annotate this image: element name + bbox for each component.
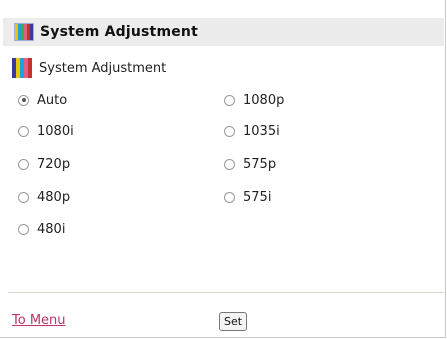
format-option-auto[interactable]: Auto (18, 91, 67, 109)
radio-button[interactable] (18, 158, 29, 170)
format-option-label: 575i (243, 189, 272, 205)
settings-panel: System Adjustment System Adjustment Auto… (0, 0, 446, 338)
section-heading: System Adjustment (12, 58, 166, 78)
format-option-480i[interactable]: 480i (18, 220, 65, 238)
radio-button[interactable] (18, 125, 29, 137)
divider (8, 292, 444, 293)
header-bar: System Adjustment (3, 18, 444, 46)
format-option-1080i[interactable]: 1080i (18, 122, 74, 140)
format-option-label: 1080i (37, 123, 74, 139)
section-title: System Adjustment (39, 60, 167, 76)
radio-button[interactable] (224, 158, 235, 170)
format-option-label: 720p (37, 156, 71, 172)
format-option-label: 1080p (243, 92, 285, 108)
radio-button[interactable] (224, 191, 235, 203)
to-menu-link[interactable]: To Menu (12, 313, 66, 328)
format-option-label: Auto (37, 92, 68, 108)
format-option-label: 1035i (243, 123, 280, 139)
format-option-480p[interactable]: 480p (18, 188, 70, 206)
color-bars-icon (14, 23, 34, 41)
format-option-1035i[interactable]: 1035i (224, 122, 280, 140)
radio-button[interactable] (18, 191, 29, 203)
radio-button[interactable] (224, 94, 235, 106)
format-option-1080p[interactable]: 1080p (224, 91, 284, 109)
format-option-575p[interactable]: 575p (224, 155, 276, 173)
page-title: System Adjustment (40, 24, 198, 40)
set-button[interactable]: Set (219, 312, 248, 331)
color-bars-icon (12, 58, 32, 78)
format-option-label: 480p (37, 189, 71, 205)
format-option-label: 480i (37, 221, 66, 237)
format-option-720p[interactable]: 720p (18, 155, 70, 173)
radio-button-checked[interactable] (18, 94, 29, 106)
radio-button[interactable] (18, 223, 29, 235)
radio-button[interactable] (224, 125, 235, 137)
format-option-575i[interactable]: 575i (224, 188, 271, 206)
format-option-label: 575p (243, 156, 277, 172)
